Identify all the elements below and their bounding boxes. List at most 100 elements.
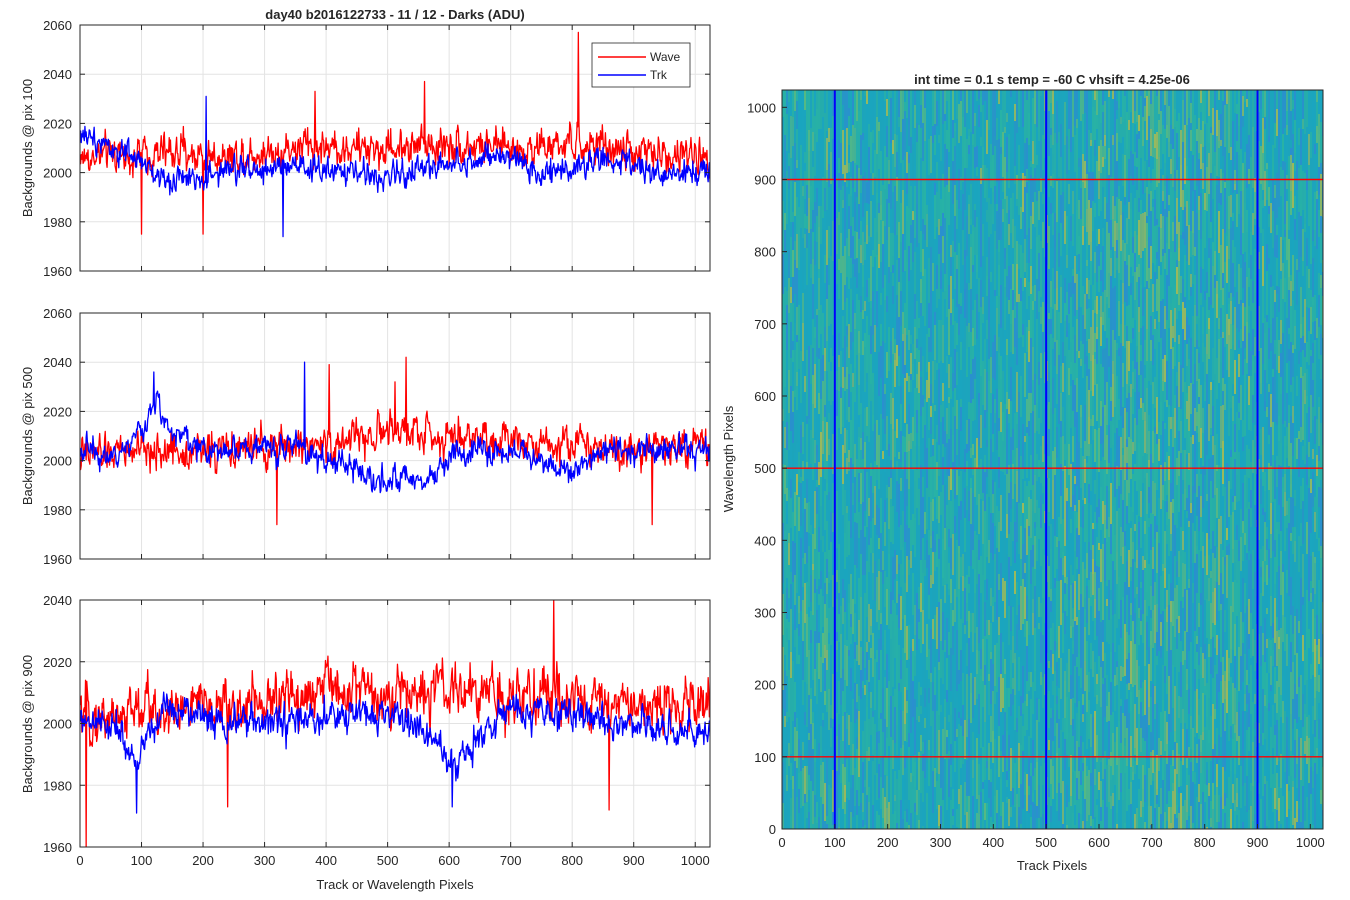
heatmap-cell: [1020, 745, 1022, 784]
heatmap-cell: [1018, 630, 1020, 650]
heatmap-cell: [938, 715, 940, 730]
heatmap-cell: [1052, 309, 1054, 338]
heatmap-cell: [830, 405, 832, 430]
heatmap-cell: [886, 352, 888, 378]
heatmap-cell: [1056, 181, 1058, 222]
heatmap-cell: [910, 137, 912, 153]
heatmap-cell: [892, 696, 894, 740]
heatmap-cell: [882, 688, 884, 732]
heatmap-cell: [854, 202, 856, 231]
heatmap-cell: [994, 645, 996, 686]
heatmap-cell: [824, 645, 826, 658]
heatmap-cell: [1038, 508, 1040, 529]
heatmap-cell: [880, 151, 882, 191]
heatmap-cell: [862, 812, 864, 820]
heatmap-cell: [930, 90, 932, 108]
heatmap-cell: [1050, 524, 1052, 549]
heatmap-cell: [950, 429, 952, 461]
heatmap-cell: [1042, 194, 1044, 204]
heatmap-cell: [1016, 150, 1018, 175]
heatmap-cell: [1010, 791, 1012, 807]
heatmap-cell: [864, 780, 866, 787]
heatmap-cell: [820, 163, 822, 206]
heatmap-cell: [974, 497, 976, 531]
heatmap-cell: [822, 536, 824, 552]
heatmap-cell: [956, 597, 958, 630]
heatmap-cell: [866, 414, 868, 426]
heatmap-cell: [876, 420, 878, 465]
heatmap-cell: [1014, 695, 1016, 730]
heatmap-cell: [1012, 499, 1014, 533]
heatmap-cell: [980, 307, 982, 325]
heatmap-cell: [814, 711, 816, 739]
heatmap-cell: [988, 130, 990, 140]
heatmap-cell: [796, 296, 798, 307]
heatmap-cell: [1054, 760, 1056, 776]
heatmap-cell: [1078, 799, 1080, 813]
heatmap-cell: [922, 538, 924, 559]
heatmap-cell: [1094, 111, 1096, 140]
heatmap-cell: [1056, 581, 1058, 596]
heatmap-cell: [850, 332, 852, 350]
heatmap-cell: [836, 390, 838, 416]
heatmap-cell: [1102, 292, 1104, 312]
heatmap-cell: [952, 241, 954, 257]
heatmap-cell: [908, 755, 910, 779]
heatmap-cell: [1072, 436, 1074, 462]
heatmap-cell: [1076, 175, 1078, 210]
heatmap-cell: [1072, 719, 1074, 729]
heatmap-cell: [1022, 513, 1024, 544]
heatmap-cell: [808, 650, 810, 695]
heatmap-cell: [808, 387, 810, 419]
heatmap-cell: [872, 207, 874, 250]
heatmap-cell: [950, 208, 952, 239]
heatmap-cell: [1012, 354, 1014, 391]
heatmap-cell: [996, 296, 998, 308]
heatmap-cell: [900, 404, 902, 431]
heatmap-cell: [860, 460, 862, 473]
heatmap-cell: [1088, 635, 1090, 672]
heatmap-cell: [934, 325, 936, 360]
heatmap-cell: [846, 347, 848, 367]
heatmap-cell: [976, 535, 978, 557]
heatmap-cell: [950, 313, 952, 325]
heatmap-cell: [808, 790, 810, 812]
heatmap-cell: [902, 775, 904, 810]
heatmap-cell: [840, 143, 842, 177]
heatmap-cell: [916, 348, 918, 362]
heatmap-cell: [1038, 312, 1040, 348]
heatmap-cell: [922, 644, 924, 666]
heatmap-cell: [1080, 736, 1082, 758]
heatmap-cell: [792, 350, 794, 362]
heatmap-cell: [990, 162, 992, 188]
heatmap-cell: [812, 723, 814, 749]
heatmap-cell: [1092, 440, 1094, 481]
heatmap-cell: [820, 631, 822, 657]
heatmap-cell: [1052, 588, 1054, 623]
heatmap-cell: [966, 326, 968, 349]
heatmap-cell: [972, 145, 974, 180]
heatmap-cell: [1038, 362, 1040, 385]
heatmap-cell: [1068, 701, 1070, 733]
heatmap-cell: [1014, 248, 1016, 293]
heatmap-cell: [886, 526, 888, 538]
heatmap-cell: [874, 177, 876, 218]
heatmap-cell: [1042, 751, 1044, 785]
heatmap-cell: [930, 800, 932, 818]
x-tick-label: 600: [438, 853, 460, 868]
heatmap-cell: [1090, 669, 1092, 714]
heatmap-cell: [936, 755, 938, 773]
heatmap-cell: [1092, 523, 1094, 529]
heatmap-cell: [952, 626, 954, 655]
heatmap-cell: [1100, 401, 1102, 426]
heatmap-cell: [802, 323, 804, 361]
heatmap-cell: [796, 664, 798, 707]
heatmap-cell: [800, 477, 802, 483]
heatmap-cell: [792, 789, 794, 821]
heatmap-cell: [1038, 617, 1040, 623]
heatmap-cell: [792, 776, 794, 789]
heatmap-cell: [1058, 755, 1060, 783]
heatmap-cell: [1020, 207, 1022, 229]
heatmap-cell: [1024, 321, 1026, 353]
heatmap-cell: [854, 723, 856, 768]
